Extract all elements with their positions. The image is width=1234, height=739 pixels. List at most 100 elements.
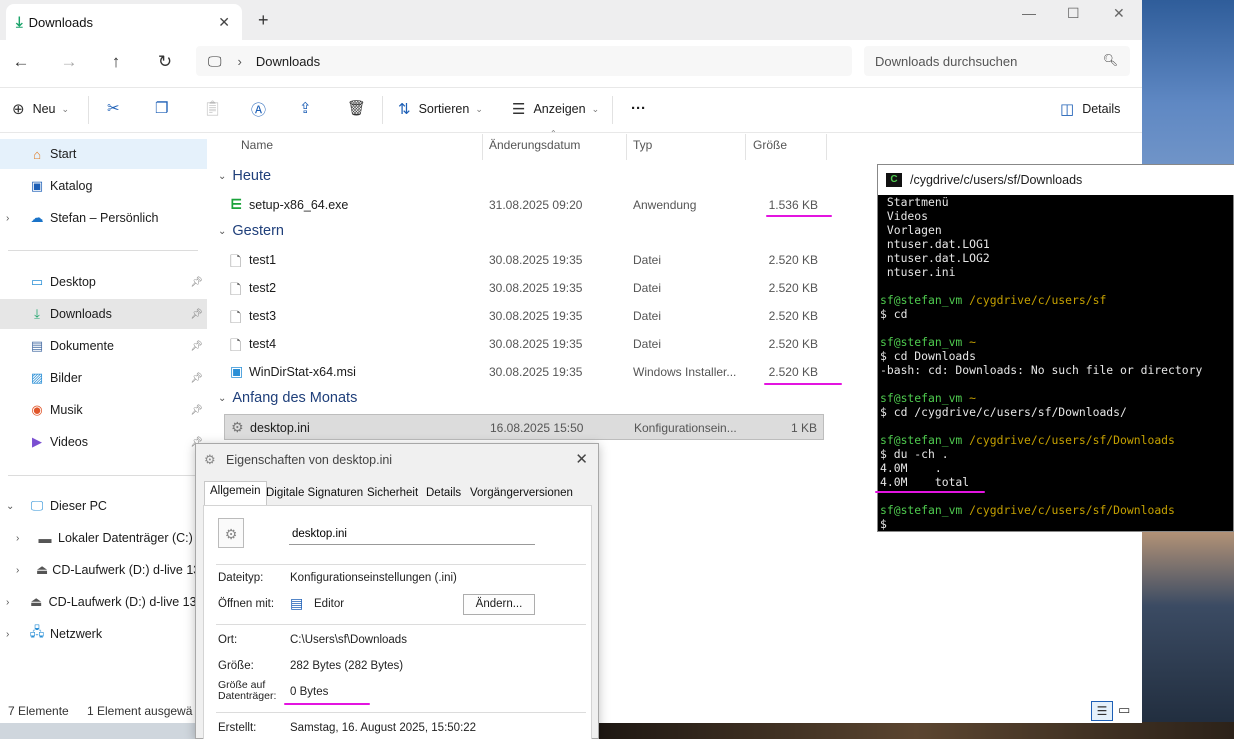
maximize-icon[interactable]: ☐ <box>1067 5 1080 22</box>
file-row[interactable]: ▣ WinDirStat-x64.msi 30.08.2025 19:35 Wi… <box>224 359 824 385</box>
share-icon[interactable]: ⇪ <box>299 99 312 117</box>
forward-arrow-icon[interactable]: → <box>57 52 81 72</box>
tab-downloads[interactable]: ⤓ Downloads ✕ <box>6 4 242 40</box>
location-label: Ort: <box>218 634 238 646</box>
filename-input[interactable] <box>289 523 535 545</box>
new-tab-button[interactable]: + <box>258 11 269 29</box>
tab-digital-signatures[interactable]: Digitale Signaturen <box>261 484 368 505</box>
file-row[interactable]: 🗋 test1 30.08.2025 19:35 Datei 2.520 KB <box>224 247 824 273</box>
nav-item-musik[interactable]: ◉ Musik 📌︎ <box>0 395 207 425</box>
address-field[interactable]: 🖵 › Downloads <box>196 46 852 76</box>
collapse-chevron-icon[interactable]: ⌄ <box>218 226 226 237</box>
refresh-icon[interactable]: ↻ <box>153 52 177 72</box>
back-arrow-icon[interactable]: ← <box>9 52 33 72</box>
nav-label: Start <box>50 147 77 161</box>
expand-chevron-icon[interactable]: › <box>6 213 9 224</box>
rename-icon[interactable]: Ⓐ <box>251 99 266 120</box>
cygwin-terminal-window[interactable]: C /cygdrive/c/users/sf/Downloads Startme… <box>875 164 1234 533</box>
nav-item-this-pc[interactable]: ⌄ 🖵 Dieser PC <box>0 491 207 521</box>
tab-general[interactable]: Allgemein <box>204 481 267 506</box>
nav-item-downloads[interactable]: ⤓ Downloads 📌︎ <box>0 299 207 329</box>
details-pane-button[interactable]: ◫ Details <box>1060 100 1120 118</box>
group-header-yesterday[interactable]: ⌄ Gestern <box>218 223 284 239</box>
size-on-disk-value: 0 Bytes <box>290 686 329 698</box>
nav-item-onedrive[interactable]: › ☁ Stefan – Persönlich <box>0 203 207 233</box>
nav-label: Videos <box>50 435 88 449</box>
minimize-icon[interactable]: — <box>1022 5 1036 21</box>
file-size: 2.520 KB <box>768 337 818 351</box>
close-icon[interactable]: ✕ <box>575 450 588 468</box>
nav-item-drive-d-root[interactable]: › ⏏ CD-Laufwerk (D:) d-live 13.0 <box>0 587 207 617</box>
nav-item-network[interactable]: › 🖧 Netzwerk <box>0 619 207 649</box>
details-view-icon[interactable]: ☰ <box>1091 701 1113 721</box>
file-row[interactable]: 🗋 test3 30.08.2025 19:35 Datei 2.520 KB <box>224 303 824 329</box>
breadcrumb-downloads[interactable]: Downloads <box>256 54 320 69</box>
nav-item-videos[interactable]: ▶ Videos 📌︎ <box>0 427 207 457</box>
terminal-text: Startmenü <box>880 195 949 209</box>
terminal-line: $ cd <box>880 307 1234 321</box>
drive-icon: ▬ <box>38 530 52 546</box>
terminal-text: $ du -ch . <box>880 447 949 461</box>
collapse-chevron-icon[interactable]: ⌄ <box>218 171 226 182</box>
terminal-text: 4.0M total <box>880 475 970 489</box>
expand-chevron-icon[interactable]: › <box>6 597 9 608</box>
nav-item-drive-c[interactable]: › ▬ Lokaler Datenträger (C:) <box>0 523 207 553</box>
column-divider[interactable] <box>826 134 827 160</box>
close-icon[interactable]: ✕ <box>1113 5 1125 22</box>
view-button[interactable]: ☰ Anzeigen ⌄ <box>512 100 599 118</box>
copy-icon[interactable]: ❐ <box>155 99 168 117</box>
collapse-chevron-icon[interactable]: ⌄ <box>218 393 226 404</box>
nav-item-katalog[interactable]: ▣ Katalog <box>0 171 207 201</box>
nav-item-desktop[interactable]: ▭ Desktop 📌︎ <box>0 267 207 297</box>
paste-icon[interactable]: 📋︎ <box>203 99 222 117</box>
expand-chevron-icon[interactable]: › <box>16 533 19 544</box>
tab-previous-versions[interactable]: Vorgängerversionen <box>465 484 578 505</box>
delete-icon[interactable]: 🗑︎ <box>347 99 366 117</box>
group-header-start-of-month[interactable]: ⌄ Anfang des Monats <box>218 390 357 406</box>
expand-chevron-icon[interactable]: › <box>6 629 9 640</box>
search-input[interactable]: Downloads durchsuchen 🔍︎ <box>864 46 1130 76</box>
terminal-line: Startmenü <box>880 195 1234 209</box>
tab-label: Downloads <box>28 14 93 30</box>
group-header-today[interactable]: ⌄ Heute <box>218 168 271 184</box>
tab-security[interactable]: Sicherheit <box>362 484 423 505</box>
file-row[interactable]: ⋿ setup-x86_64.exe 31.08.2025 09:20 Anwe… <box>224 192 824 218</box>
tab-close-icon[interactable]: ✕ <box>218 14 230 31</box>
tiles-view-icon[interactable]: ▭ <box>1118 702 1130 718</box>
terminal-prompt: sf@stefan_vm <box>880 335 963 349</box>
sort-label: Sortieren <box>418 102 470 116</box>
cloud-icon: ☁ <box>30 210 44 225</box>
settings-file-icon: ⚙ <box>218 518 244 548</box>
created-value: Samstag, 16. August 2025, 15:50:22 <box>290 722 477 734</box>
nav-item-drive-d[interactable]: › ⏏ CD-Laufwerk (D:) d-live 13.0 <box>0 555 211 585</box>
expand-chevron-icon[interactable]: › <box>16 565 19 576</box>
new-button[interactable]: ⊕ Neu ⌄ <box>12 100 69 118</box>
column-header-modified[interactable]: Änderungsdatum <box>489 138 580 152</box>
file-modified: 30.08.2025 19:35 <box>489 365 583 379</box>
terminal-prompt: sf@stefan_vm <box>880 503 963 517</box>
terminal-text: $ cd /cygdrive/c/users/sf/Downloads/ <box>880 405 1127 419</box>
terminal-line: ntuser.ini <box>880 265 1234 279</box>
column-header-name[interactable]: Name <box>241 138 273 152</box>
cut-icon[interactable]: ✂ <box>107 99 120 117</box>
terminal-output[interactable]: Startmenü Videos Vorlagen ntuser.dat.LOG… <box>878 195 1234 533</box>
up-arrow-icon[interactable]: ↑ <box>104 52 128 72</box>
change-button[interactable]: Ändern... <box>463 594 535 615</box>
column-divider[interactable] <box>482 134 483 160</box>
column-header-size[interactable]: Größe <box>753 138 787 152</box>
file-row-selected[interactable]: ⚙ desktop.ini 16.08.2025 15:50 Konfigura… <box>224 414 824 440</box>
column-divider[interactable] <box>745 134 746 160</box>
nav-item-bilder[interactable]: ▨ Bilder 📌︎ <box>0 363 207 393</box>
nav-item-start[interactable]: ⌂ Start <box>0 139 207 169</box>
collapse-chevron-icon[interactable]: ⌄ <box>6 501 14 512</box>
sort-button[interactable]: ⇅ Sortieren ⌄ <box>398 100 483 118</box>
tab-details[interactable]: Details <box>421 484 466 505</box>
column-header-type[interactable]: Typ <box>633 138 652 152</box>
more-options-button[interactable]: ··· <box>631 100 646 117</box>
breadcrumb-chevron-icon: › <box>237 53 242 69</box>
file-row[interactable]: 🗋 test2 30.08.2025 19:35 Datei 2.520 KB <box>224 275 824 301</box>
size-on-disk-label: Größe auf Datenträger: <box>218 679 277 702</box>
column-divider[interactable] <box>626 134 627 160</box>
file-row[interactable]: 🗋 test4 30.08.2025 19:35 Datei 2.520 KB <box>224 331 824 357</box>
nav-item-dokumente[interactable]: ▤ Dokumente 📌︎ <box>0 331 207 361</box>
